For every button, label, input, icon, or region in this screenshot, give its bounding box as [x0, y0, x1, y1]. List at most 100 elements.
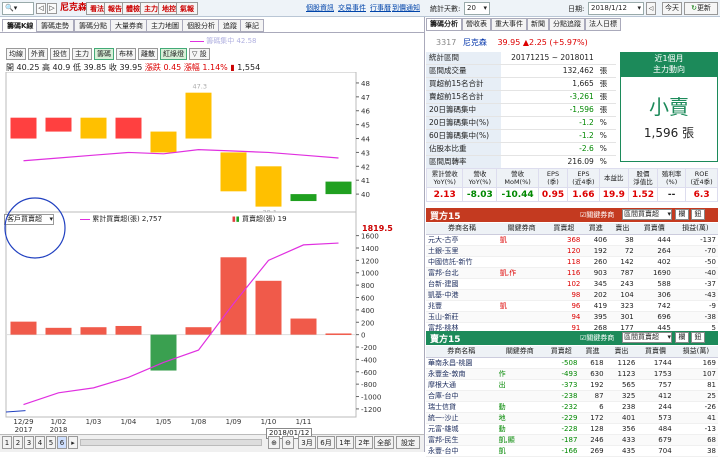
calendar-link[interactable]: 行事曆 — [370, 2, 391, 14]
column-header[interactable]: 買賣超 — [545, 223, 583, 235]
column-header[interactable]: 損益(萬) — [672, 223, 718, 235]
buy-column-button[interactable]: 欄 — [675, 209, 689, 220]
broker-row[interactable]: 摩根大通出 -373 192 565 757 81 — [426, 379, 718, 391]
zoom-in-button[interactable]: ⊕ — [268, 436, 280, 449]
tab-big-brokers[interactable]: 大量券商 — [110, 19, 148, 32]
broker-name[interactable]: 永豐金-敦南 — [426, 368, 497, 380]
column-header[interactable]: 買賣價 — [635, 223, 673, 235]
today-button[interactable]: 今天 — [662, 2, 682, 15]
range-6m-button[interactable]: 6月 — [317, 436, 335, 449]
price-alert-link[interactable]: 到價通知 — [392, 2, 420, 14]
broker-name[interactable]: 永豐-台中 — [426, 445, 497, 457]
broker-row[interactable]: 中國信託-新竹 118 260 142 402 -50 — [426, 256, 718, 268]
tab-mainforce-map[interactable]: 主力地圖 — [146, 19, 184, 32]
broker-row[interactable]: 元富-雄城動 -228 128 356 484 -13 — [426, 423, 718, 435]
page-next-button[interactable]: ▸ — [68, 436, 78, 449]
broker-name[interactable]: 統一-沙止 — [426, 412, 497, 424]
page-button-4[interactable]: 4 — [35, 436, 45, 449]
broker-name[interactable]: 摩根大通 — [426, 379, 497, 391]
weather-button[interactable]: 氣報 — [176, 2, 198, 15]
tab-chip-trend[interactable]: 籌碼走勢 — [36, 19, 74, 32]
broker-name[interactable]: 元大-古亭 — [426, 234, 498, 246]
sell-button-button[interactable]: 鈕 — [691, 332, 705, 343]
buy-button-button[interactable]: 鈕 — [691, 209, 705, 220]
chart-scrollbar[interactable] — [80, 439, 262, 446]
broker-row[interactable]: 合庫-台中 -238 87 325 412 25 — [426, 390, 718, 402]
stock-search-input[interactable]: 🔍▾ — [2, 2, 34, 15]
next-stock-button[interactable]: ▷ — [47, 3, 57, 14]
tab-institutional[interactable]: 法人日標 — [585, 18, 621, 31]
foreign-button[interactable]: 外資 — [28, 48, 48, 60]
column-header[interactable]: 券商名稱 — [426, 223, 498, 235]
broker-row[interactable]: 瑞士信貸動 -232 6 238 244 -26 — [426, 401, 718, 413]
tab-revenue[interactable]: 營收表 — [462, 18, 491, 31]
broker-row[interactable]: 富邦-民生 凱,顯 -187 246 433 679 68 — [426, 434, 718, 446]
date-picker[interactable]: 2018/1/12 ▾ — [588, 2, 644, 15]
stock-info-link[interactable]: 個股資訊 — [306, 2, 334, 14]
column-header[interactable]: 買進 — [582, 223, 610, 235]
broker-row[interactable]: 富邦-台北 凱,作 116 903 787 1690 -40 — [426, 267, 718, 279]
column-header[interactable]: 關鍵券商 — [496, 346, 544, 358]
broker-name[interactable]: 中國信託-新竹 — [426, 256, 498, 268]
ma-button[interactable]: 均線 — [6, 48, 26, 60]
period-select[interactable]: 20 ▾ — [464, 2, 490, 15]
key-broker-checkbox[interactable]: ☑關鍵券商 — [580, 210, 614, 220]
column-header[interactable]: 賣出 — [605, 346, 638, 358]
tab-news[interactable]: 新聞 — [527, 18, 549, 31]
tab-major-events[interactable]: 重大事件 — [491, 18, 527, 31]
tab-notes[interactable]: 筆記 — [240, 19, 264, 32]
tab-branch-track[interactable]: 分點追蹤 — [549, 18, 585, 31]
broker-row[interactable]: 永豐-台中凱 -166 269 435 704 38 — [426, 445, 718, 457]
range-3m-button[interactable]: 3月 — [298, 436, 316, 449]
broker-row[interactable]: 玉山-新莊 94 395 301 696 -38 — [426, 311, 718, 323]
broker-row[interactable]: 凱基-中港 98 202 104 306 -43 — [426, 289, 718, 301]
broker-name[interactable]: 玉山-新莊 — [426, 311, 498, 323]
broker-row[interactable]: 永豐金-敦南作 -493 630 1123 1753 107 — [426, 368, 718, 380]
column-header[interactable]: 買進 — [579, 346, 606, 358]
page-button-6[interactable]: 6 — [57, 436, 67, 449]
tab-chip-branch[interactable]: 籌碼分點 — [74, 19, 112, 32]
refresh-button[interactable]: ↻更新 — [684, 2, 718, 15]
tab-chip-analysis[interactable]: 籌碼分析 — [426, 18, 462, 31]
column-header[interactable]: 關鍵券商 — [497, 223, 546, 235]
broker-row[interactable]: 華南永昌-桃園 -508 618 1126 1744 169 — [426, 357, 718, 369]
broker-row[interactable]: 元大-古亭凱 368 406 38 444 -137 — [426, 234, 718, 246]
page-button-2[interactable]: 2 — [13, 436, 23, 449]
traffic-light-button[interactable]: 紅綠燈 — [160, 48, 187, 60]
settings-dropdown[interactable]: ▽ 設 — [189, 48, 210, 60]
zoom-out-button[interactable]: ⊖ — [282, 436, 294, 449]
page-button-1[interactable]: 1 — [2, 436, 12, 449]
broker-name[interactable]: 土銀-玉里 — [426, 245, 498, 257]
column-header[interactable]: 買賣價 — [637, 346, 674, 358]
broker-name[interactable]: 兆豐 — [426, 300, 498, 312]
dispersion-button[interactable]: 離散 — [138, 48, 158, 60]
mainforce-ind-button[interactable]: 主力 — [72, 48, 92, 60]
sell-column-button[interactable]: 欄 — [675, 332, 689, 343]
column-header[interactable]: 券商名稱 — [426, 346, 497, 358]
range-2y-button[interactable]: 2年 — [355, 436, 373, 449]
buy-range-select[interactable]: 區間買賣超 ▾ — [622, 209, 672, 220]
prev-stock-button[interactable]: ◁ — [36, 3, 46, 14]
broker-name[interactable]: 台新-建國 — [426, 278, 498, 290]
sell-range-select[interactable]: 區間買賣超 ▾ — [622, 332, 672, 343]
broker-name[interactable]: 元富-雄城 — [426, 423, 497, 435]
broker-row[interactable]: 土銀-玉里 120 192 72 264 -70 — [426, 245, 718, 257]
trade-events-link[interactable]: 交易事件 — [338, 2, 366, 14]
column-header[interactable]: 賣出 — [609, 223, 636, 235]
broker-name[interactable]: 凱基-中港 — [426, 289, 498, 301]
tab-stock-analysis[interactable]: 個股分析 — [182, 19, 220, 32]
bollinger-button[interactable]: 布林 — [116, 48, 136, 60]
chip-button[interactable]: 籌碼 — [94, 48, 114, 60]
trust-button[interactable]: 投信 — [50, 48, 70, 60]
tab-chip-kline[interactable]: 籌碼K線 — [2, 19, 39, 32]
range-1y-button[interactable]: 1年 — [336, 436, 354, 449]
broker-name[interactable]: 瑞士信貸 — [426, 401, 497, 413]
tab-track[interactable]: 追蹤 — [218, 19, 242, 32]
broker-row[interactable]: 台新-建國 102 345 243 588 -37 — [426, 278, 718, 290]
key-broker-checkbox[interactable]: ☑關鍵券商 — [580, 333, 614, 343]
page-button-5[interactable]: 5 — [46, 436, 56, 449]
broker-name[interactable]: 華南永昌-桃園 — [426, 357, 497, 369]
column-header[interactable]: 損益(萬) — [673, 346, 718, 358]
range-all-button[interactable]: 全部 — [374, 436, 394, 449]
broker-name[interactable]: 合庫-台中 — [426, 390, 497, 402]
